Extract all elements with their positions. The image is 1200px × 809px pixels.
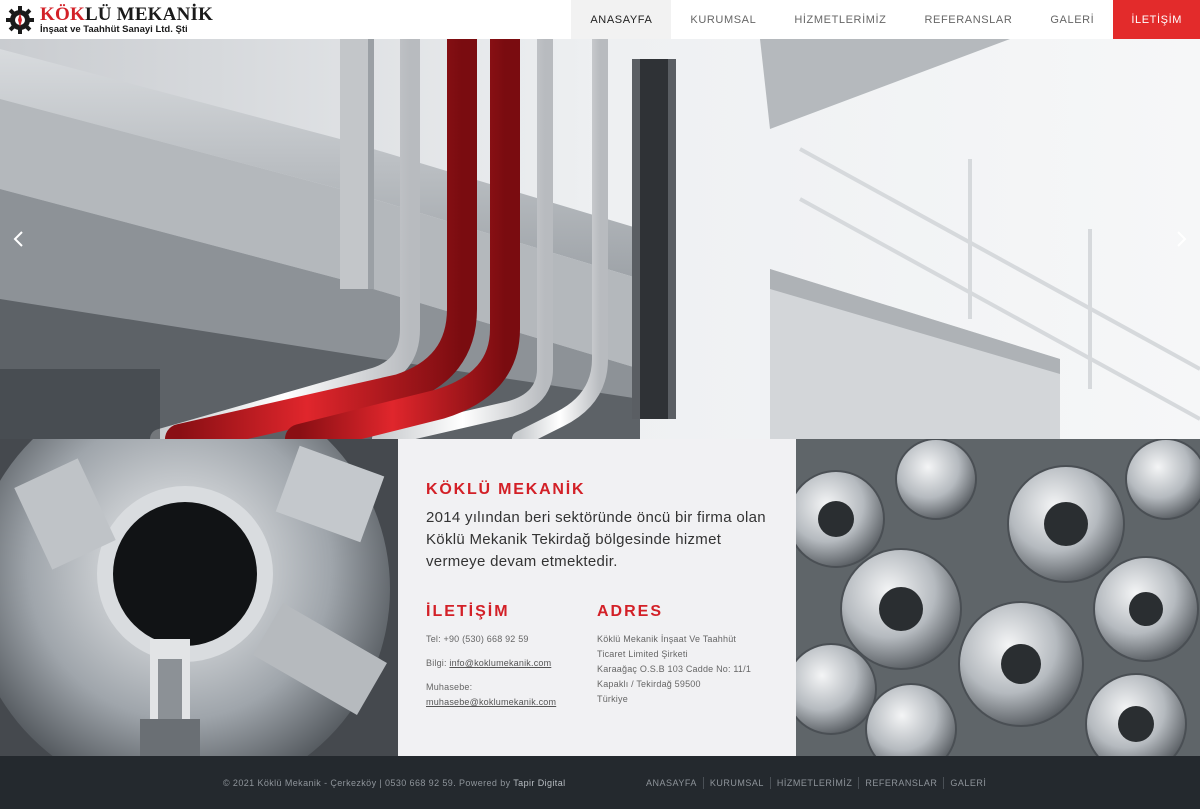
chevron-left-icon[interactable] — [9, 229, 29, 249]
footer-link-galeri[interactable]: GALERİ — [943, 777, 992, 789]
gear-logo-icon — [6, 6, 34, 34]
about-title: KÖKLÜ MEKANİK — [426, 481, 586, 498]
footer-link-hizmetlerimiz[interactable]: HİZMETLERİMİZ — [769, 777, 859, 789]
accounting-label: Muhasebe: — [426, 682, 473, 692]
logo-name: KÖKLÜ MEKANİK — [40, 4, 214, 26]
contact-column: İLETİŞİM Tel: +90 (530) 668 92 59 Bilgi:… — [426, 603, 597, 710]
address-line: Köklü Mekanik İnşaat Ve Taahhüt — [597, 634, 737, 644]
contact-info-line: Bilgi: info@koklumekanik.com — [426, 656, 597, 671]
chevron-right-icon[interactable] — [1171, 229, 1191, 249]
address-column: ADRES Köklü Mekanik İnşaat Ve Taahhüt Ti… — [597, 603, 768, 710]
address-line: Ticaret Limited Şirketi — [597, 649, 688, 659]
hero-slider — [0, 39, 1200, 439]
address-line: Kapaklı / Tekirdağ 59500 — [597, 679, 701, 689]
footer-link-anasayfa[interactable]: ANASAYFA — [640, 777, 703, 789]
powered-by-link[interactable]: Tapir Digital — [513, 778, 565, 788]
info-label: Bilgi: — [426, 658, 447, 668]
accounting-email-link[interactable]: muhasebe@koklumekanik.com — [426, 697, 556, 707]
copyright: © 2021 Köklü Mekanik - Çerkezköy | 0530 … — [223, 778, 566, 788]
fittings-illustration — [796, 439, 1200, 756]
info-section: KÖKLÜ MEKANİK 2014 yılından beri sektörü… — [0, 439, 1200, 756]
main-nav: ANASAYFA KURUMSAL HİZMETLERİMİZ REFERANS… — [571, 0, 1200, 39]
contact-title: İLETİŞİM — [426, 603, 510, 620]
address-line: Türkiye — [597, 694, 628, 704]
nav-item-galeri[interactable]: GALERİ — [1031, 0, 1113, 39]
about-panel: KÖKLÜ MEKANİK 2014 yılından beri sektörü… — [398, 439, 796, 756]
nav-item-referanslar[interactable]: REFERANSLAR — [905, 0, 1031, 39]
site-header: KÖKLÜ MEKANİK İnşaat ve Taahhüt Sanayi L… — [0, 0, 1200, 39]
nav-item-hizmetlerimiz[interactable]: HİZMETLERİMİZ — [775, 0, 905, 39]
machinery-illustration — [0, 439, 398, 756]
contact-phone: Tel: +90 (530) 668 92 59 — [426, 634, 529, 644]
site-footer: © 2021 Köklü Mekanik - Çerkezköy | 0530 … — [0, 756, 1200, 809]
fittings-image — [796, 439, 1200, 756]
nav-item-anasayfa[interactable]: ANASAYFA — [571, 0, 672, 39]
logo-subtitle: İnşaat ve Taahhüt Sanayi Ltd. Şti — [40, 24, 188, 36]
hero-image — [0, 39, 1200, 439]
address-title: ADRES — [597, 603, 664, 620]
address-line: Karaağaç O.S.B 103 Cadde No: 11/1 — [597, 664, 752, 674]
footer-nav: ANASAYFA KURUMSAL HİZMETLERİMİZ REFERANS… — [640, 777, 992, 789]
nav-item-kurumsal[interactable]: KURUMSAL — [671, 0, 775, 39]
logo[interactable]: KÖKLÜ MEKANİK İnşaat ve Taahhüt Sanayi L… — [4, 3, 213, 37]
about-description: 2014 yılından beri sektöründe öncü bir f… — [426, 509, 766, 570]
footer-link-kurumsal[interactable]: KURUMSAL — [702, 777, 770, 789]
nav-item-iletisim[interactable]: İLETİŞİM — [1113, 0, 1200, 39]
info-email-link[interactable]: info@koklumekanik.com — [449, 658, 551, 668]
machinery-image — [0, 439, 398, 756]
footer-link-referanslar[interactable]: REFERANSLAR — [858, 777, 943, 789]
